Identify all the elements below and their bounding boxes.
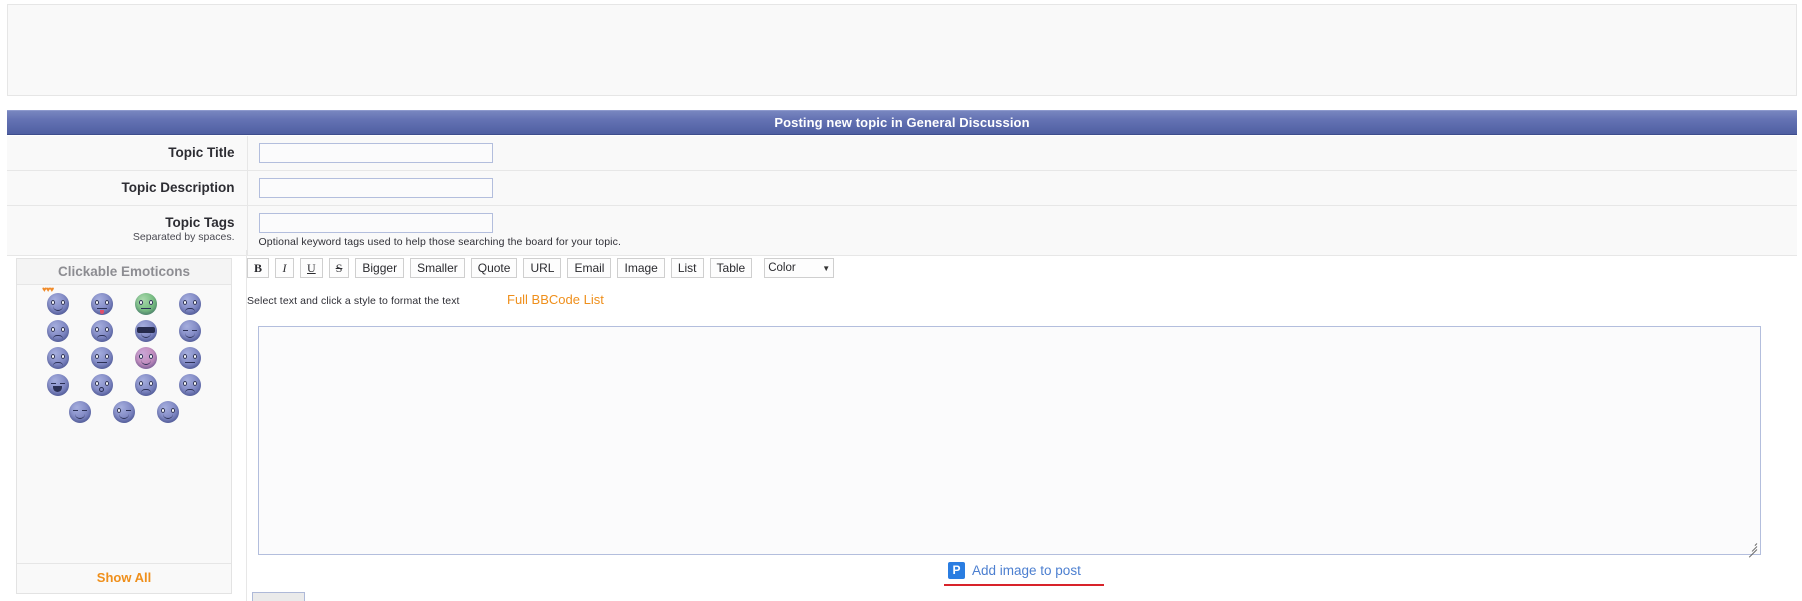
quote-button[interactable]: Quote xyxy=(471,258,518,278)
emoticon-panel-title: Clickable Emoticons xyxy=(17,259,231,285)
emoticon-neutral-icon[interactable] xyxy=(179,347,201,369)
emoticon-confused-icon[interactable] xyxy=(47,320,69,342)
emoticon-cool-icon[interactable] xyxy=(135,320,157,342)
topic-description-label: Topic Description xyxy=(7,171,247,206)
emoticon-tongue-icon[interactable] xyxy=(91,293,113,315)
topic-tags-help: Optional keyword tags used to help those… xyxy=(259,236,1798,248)
emoticon-silenced-icon[interactable] xyxy=(91,347,113,369)
topic-tags-input[interactable] xyxy=(259,213,493,233)
emoticon-cry-icon[interactable] xyxy=(91,320,113,342)
form-row-topic-title: Topic Title xyxy=(7,136,1797,171)
emoticon-shocked-icon[interactable] xyxy=(91,374,113,396)
emoticon-smile-icon[interactable] xyxy=(69,401,91,423)
image-button[interactable]: Image xyxy=(617,258,664,278)
color-select[interactable]: Color ▼ xyxy=(764,258,834,278)
emoticon-row: ♥♥♥ xyxy=(17,293,231,315)
topic-title-cell xyxy=(247,136,1797,171)
topic-form: Topic Title Topic Description Topic Tags… xyxy=(7,136,1797,256)
topic-title-label: Topic Title xyxy=(7,136,247,171)
label-text: Topic Description xyxy=(121,180,234,195)
submit-button[interactable] xyxy=(252,592,305,601)
emoticon-sleepy-icon[interactable] xyxy=(179,320,201,342)
emoticon-panel: Clickable Emoticons ♥♥♥ Show All xyxy=(16,258,232,594)
chevron-down-icon: ▼ xyxy=(822,264,830,273)
emoticon-wink-icon[interactable] xyxy=(113,401,135,423)
emoticon-blush-icon[interactable] xyxy=(135,347,157,369)
smaller-button[interactable]: Smaller xyxy=(410,258,465,278)
emoticon-grin-icon[interactable] xyxy=(47,374,69,396)
topic-tags-label: Topic Tags Separated by spaces. xyxy=(7,206,247,256)
topic-description-input[interactable] xyxy=(259,178,493,198)
emoticon-row xyxy=(17,320,231,342)
emoticon-row xyxy=(17,347,231,369)
emoticon-unsure-icon[interactable] xyxy=(47,347,69,369)
page-title: Posting new topic in General Discussion xyxy=(7,110,1797,135)
topic-tags-cell: Optional keyword tags used to help those… xyxy=(247,206,1797,256)
url-button[interactable]: URL xyxy=(523,258,561,278)
label-text: Topic Title xyxy=(168,145,234,160)
photobucket-icon: P xyxy=(948,562,965,579)
topic-tags-sublabel: Separated by spaces. xyxy=(7,231,235,243)
strike-button[interactable]: S xyxy=(329,258,350,278)
emoticon-grid: ♥♥♥ xyxy=(17,285,231,563)
table-button[interactable]: Table xyxy=(710,258,753,278)
emoticon-love-icon[interactable]: ♥♥♥ xyxy=(47,293,69,315)
emoticon-sick-icon[interactable] xyxy=(135,293,157,315)
add-image-label: Add image to post xyxy=(972,563,1081,578)
add-image-to-post-button[interactable]: P Add image to post xyxy=(948,562,1081,579)
red-underline-rule xyxy=(944,584,1104,586)
italic-button[interactable]: I xyxy=(275,258,294,278)
emoticon-happy-icon[interactable] xyxy=(157,401,179,423)
full-bbcode-list-link[interactable]: Full BBCode List xyxy=(507,292,604,307)
email-button[interactable]: Email xyxy=(567,258,611,278)
posting-page: Posting new topic in General Discussion … xyxy=(0,0,1802,601)
underline-button[interactable]: U xyxy=(300,258,323,278)
form-row-topic-description: Topic Description xyxy=(7,171,1797,206)
bbcode-hint-row: Select text and click a style to format … xyxy=(247,292,604,307)
show-all-emoticons-link[interactable]: Show All xyxy=(97,570,151,585)
bold-button[interactable]: B xyxy=(247,258,269,278)
emoticon-frown-icon[interactable] xyxy=(179,374,201,396)
form-row-topic-tags: Topic Tags Separated by spaces. Optional… xyxy=(7,206,1797,256)
topic-description-cell xyxy=(247,171,1797,206)
color-select-value: Color xyxy=(768,262,795,274)
list-button[interactable]: List xyxy=(671,258,704,278)
bigger-button[interactable]: Bigger xyxy=(355,258,404,278)
advertisement-slot xyxy=(7,4,1797,96)
emoticon-rolleyes-icon[interactable] xyxy=(179,293,201,315)
label-text: Topic Tags xyxy=(165,215,234,230)
emoticon-row xyxy=(17,374,231,396)
post-body-textarea[interactable] xyxy=(258,326,1761,555)
emoticon-worried-icon[interactable] xyxy=(135,374,157,396)
bbcode-toolbar: BIUSBigger Smaller QuoteURL Email Image List T… xyxy=(247,258,834,278)
topic-title-input[interactable] xyxy=(259,143,493,163)
bbcode-hint-text: Select text and click a style to format … xyxy=(247,295,507,307)
emoticon-panel-footer: Show All xyxy=(17,563,231,592)
emoticon-row xyxy=(17,401,231,423)
